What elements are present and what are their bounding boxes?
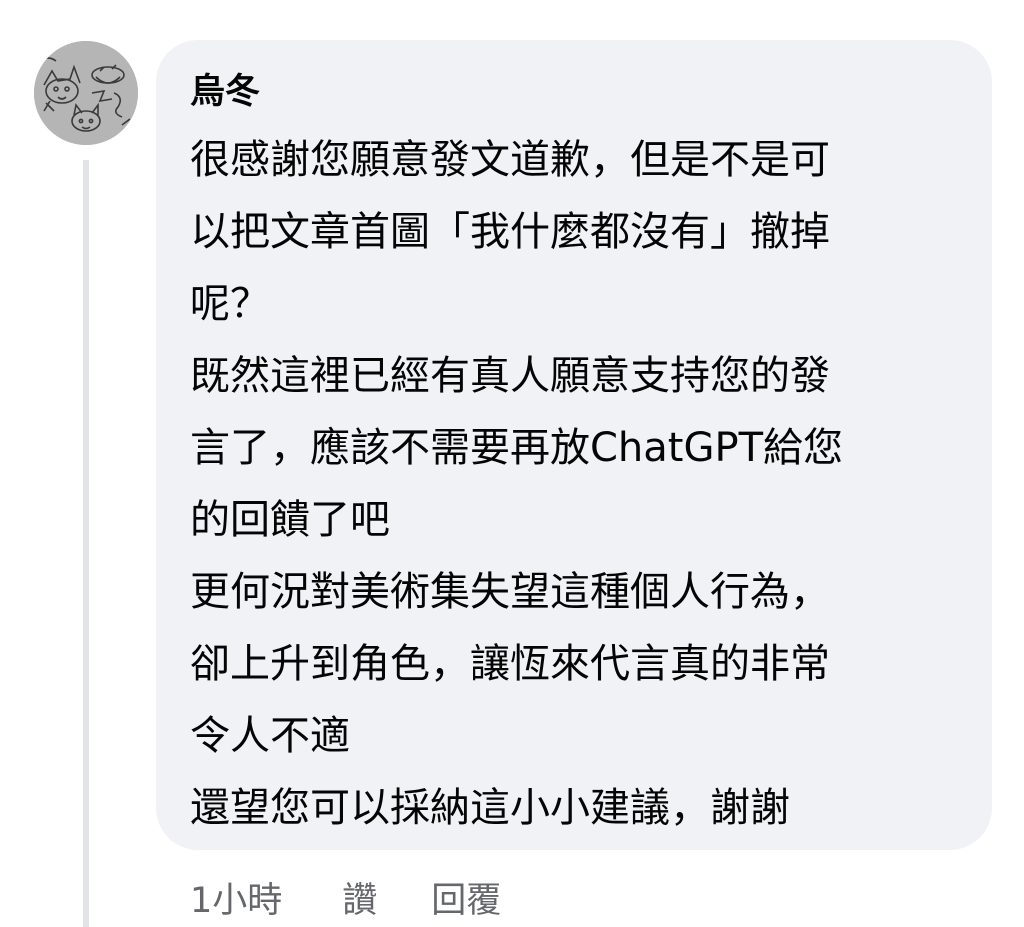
avatar[interactable]: [34, 41, 138, 145]
doodle-cat-avatar-icon: [34, 41, 138, 145]
comment-text-line: 令人不適: [190, 713, 350, 759]
comment-text-line: 的回饋了吧: [190, 497, 390, 543]
comment-timestamp[interactable]: 1小時: [190, 872, 282, 923]
like-button[interactable]: 讚: [342, 872, 377, 923]
comment-text-line: 還望您可以採納這小小建議，謝謝: [190, 785, 790, 831]
comment-text-line: 很感謝您願意發文道歉，但是不是可: [190, 137, 830, 183]
thread-line: [83, 160, 89, 927]
comment-text-line: 既然這裡已經有真人願意支持您的發: [190, 353, 830, 399]
comment-thread: 烏冬 很感謝您願意發文道歉，但是不是可 以把文章首圖「我什麼都沒有」撤掉 呢？ …: [0, 0, 1024, 927]
comment-text-line: 呢？: [190, 281, 270, 327]
comment-text-line: 言了，應該不需要再放ChatGPT給您: [190, 425, 844, 471]
comment-text-line: 卻上升到角色，讓恆來代言真的非常: [190, 641, 830, 687]
comment-actions: 1小時 讚 回覆: [190, 872, 501, 922]
comment-text-line: 以把文章首圖「我什麼都沒有」撤掉: [190, 209, 830, 255]
comment-text-line: 更何況對美術集失望這種個人行為，: [190, 569, 830, 615]
comment-bubble: 烏冬 很感謝您願意發文道歉，但是不是可 以把文章首圖「我什麼都沒有」撤掉 呢？ …: [156, 40, 992, 850]
reply-button[interactable]: 回覆: [431, 872, 501, 923]
comment-author[interactable]: 烏冬: [190, 70, 962, 114]
